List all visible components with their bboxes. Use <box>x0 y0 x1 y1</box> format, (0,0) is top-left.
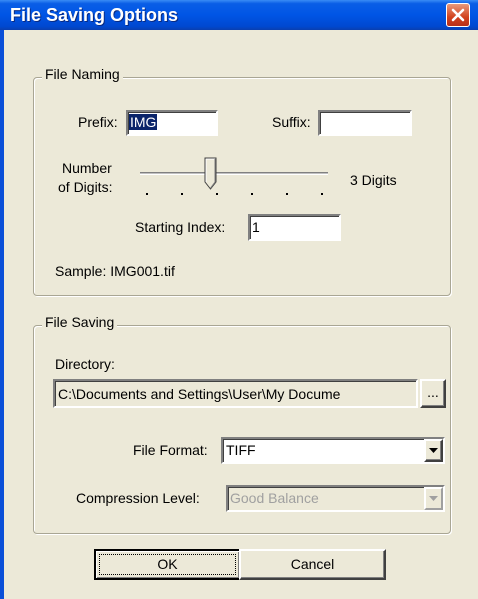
browse-button[interactable]: ... <box>420 379 446 408</box>
file-format-label: File Format: <box>133 442 208 458</box>
window-left-border <box>0 30 4 599</box>
chevron-down-icon <box>429 448 438 453</box>
prefix-input[interactable]: IMG <box>126 110 218 136</box>
file-naming-legend: File Naming <box>42 66 123 82</box>
compression-dropdown-button[interactable] <box>424 487 443 510</box>
close-icon <box>451 8 465 22</box>
file-saving-legend: File Saving <box>42 314 118 330</box>
sample-text: Sample: IMG001.tif <box>55 263 175 279</box>
prefix-value: IMG <box>129 114 158 130</box>
compression-level-label: Compression Level: <box>76 490 200 506</box>
ok-button[interactable]: OK <box>94 549 241 580</box>
chevron-down-icon <box>429 496 438 501</box>
suffix-input[interactable] <box>318 110 412 136</box>
slider-tick <box>286 193 288 195</box>
slider-tick <box>251 193 253 195</box>
directory-field[interactable]: C:\Documents and Settings\User\My Docume <box>53 379 418 408</box>
slider-tick <box>216 193 218 195</box>
file-format-select[interactable]: TIFF <box>221 437 445 464</box>
starting-index-value: 1 <box>252 219 260 235</box>
digits-slider-track[interactable] <box>140 172 328 175</box>
directory-value: C:\Documents and Settings\User\My Docume <box>58 386 341 402</box>
starting-index-label: Starting Index: <box>135 219 226 235</box>
window-title: File Saving Options <box>10 5 179 25</box>
starting-index-input[interactable]: 1 <box>248 214 341 241</box>
cancel-button[interactable]: Cancel <box>239 549 386 580</box>
file-format-dropdown-button[interactable] <box>424 439 443 462</box>
suffix-label: Suffix: <box>272 114 311 130</box>
slider-tick <box>181 193 183 195</box>
digits-label-line2: of Digits: <box>58 179 113 195</box>
digits-value-text: 3 Digits <box>350 172 397 188</box>
digits-slider-thumb[interactable] <box>204 157 218 191</box>
compression-level-select[interactable]: Good Balance <box>226 485 445 512</box>
directory-label: Directory: <box>55 356 115 372</box>
slider-tick <box>321 193 323 195</box>
close-button[interactable] <box>446 3 470 27</box>
slider-tick <box>146 193 148 195</box>
digits-label-line1: Number <box>62 160 112 176</box>
file-format-value: TIFF <box>226 442 256 458</box>
compression-level-value: Good Balance <box>230 490 319 506</box>
prefix-label: Prefix: <box>78 114 118 130</box>
